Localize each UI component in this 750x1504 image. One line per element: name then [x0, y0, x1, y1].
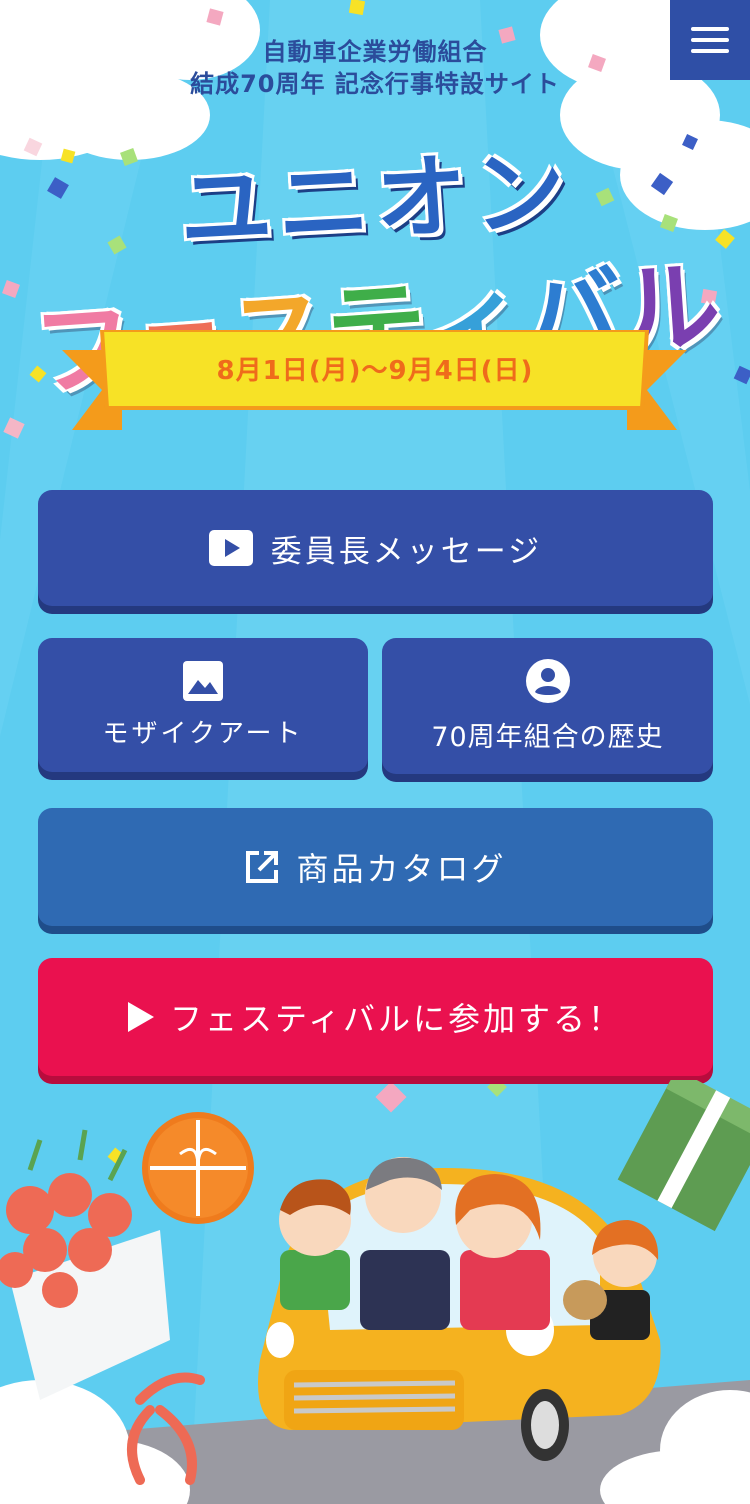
join-festival-button[interactable]: フェスティバルに参加する！: [38, 958, 713, 1076]
org-title-line1: 自動車企業労働組合: [262, 38, 488, 66]
image-icon: [183, 660, 223, 701]
family-car-illustration: [0, 1080, 750, 1504]
product-catalog-button[interactable]: 商品カタログ: [38, 808, 713, 926]
org-title-line2: 結成70周年 記念行事特設サイト: [190, 70, 560, 98]
join-festival-label: フェスティバルに参加する！: [169, 1000, 624, 1038]
external-link-icon: [246, 851, 279, 883]
account-circle-icon: [525, 658, 570, 703]
gift-box-icon: [617, 1080, 750, 1232]
mosaic-art-button[interactable]: モザイクアート: [38, 638, 368, 772]
page: 自動車企業労働組合 結成70周年 記念行事特設サイト ユニオン フェスティバル …: [0, 0, 750, 1504]
menu-bar-icon: [691, 27, 729, 31]
history-button[interactable]: 70周年組合の歴史: [382, 638, 713, 774]
product-catalog-label: 商品カタログ: [296, 850, 507, 888]
chairman-message-button[interactable]: 委員長メッセージ: [38, 490, 713, 606]
history-label: 70周年組合の歴史: [431, 721, 664, 753]
mosaic-art-label: モザイクアート: [102, 718, 304, 749]
orange-gift-ball-icon: [142, 1112, 254, 1224]
play-arrow-icon: [127, 1002, 154, 1032]
event-dates: 8月1日(月)～9月4日(日): [216, 356, 534, 386]
play-video-icon: [208, 530, 253, 566]
chairman-message-label: 委員長メッセージ: [270, 533, 543, 570]
